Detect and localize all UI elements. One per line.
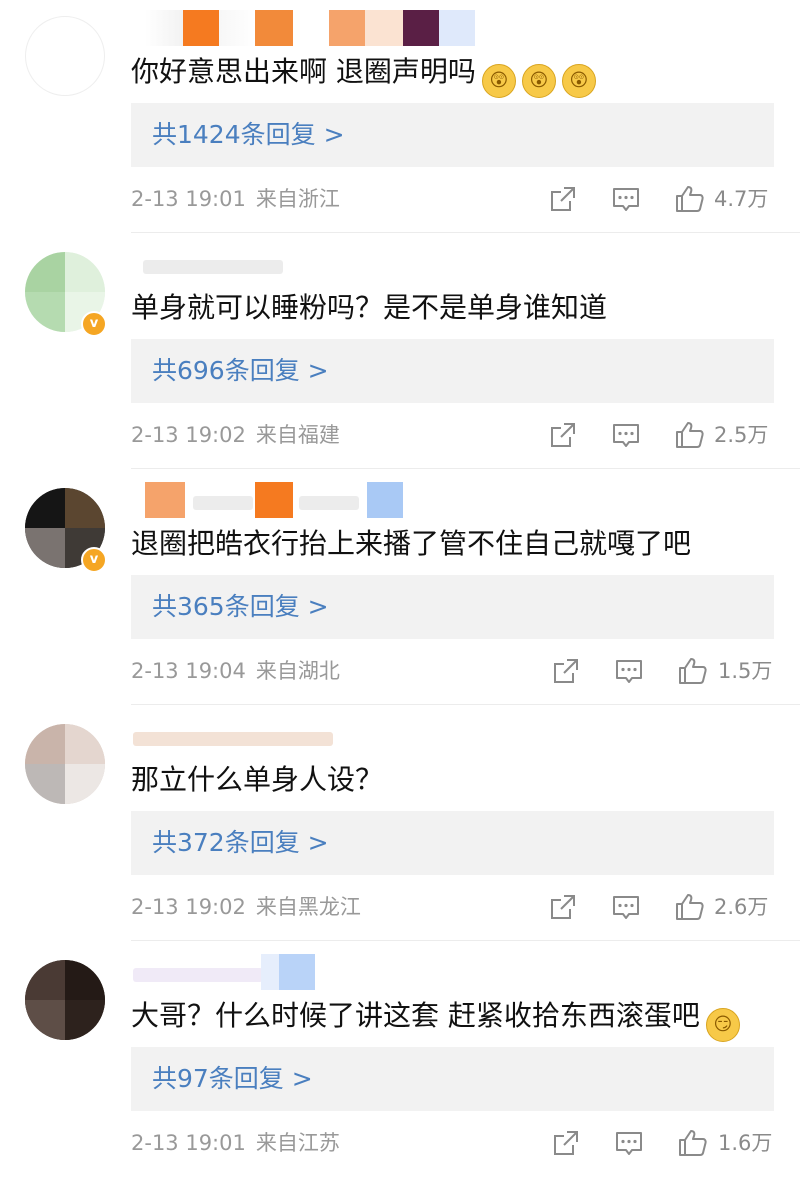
comment-date: 2-13 19:01 <box>131 1131 246 1155</box>
like-count: 2.5万 <box>714 423 769 447</box>
comment-text-content: 那立什么单身人设？ <box>131 763 384 796</box>
share-button[interactable] <box>551 656 581 686</box>
comment-location: 来自黑龙江 <box>255 895 361 919</box>
comment-text: 单身就可以睡粉吗？是不是单身谁知道 <box>131 288 607 328</box>
view-replies-button[interactable]: 共97条回复 > <box>131 1047 774 1111</box>
comment-item: v 退圈把皓衣行抬上来播了管不住自己就嘎了吧 共365条回复 > 2-13 19… <box>0 472 800 708</box>
comment-icon <box>613 896 639 919</box>
comment-text-content: 你好意思出来啊 退圈声明吗 <box>131 55 476 88</box>
share-button[interactable] <box>548 892 578 922</box>
like-count: 1.6万 <box>718 1131 773 1155</box>
username-redacted[interactable] <box>133 10 513 46</box>
like-button[interactable] <box>677 656 709 686</box>
divider <box>131 468 800 469</box>
username-redacted[interactable] <box>133 482 513 518</box>
thumbs-up-icon <box>676 894 704 920</box>
view-replies-button[interactable]: 共365条回复 > <box>131 575 774 639</box>
comment-text-content: 单身就可以睡粉吗？是不是单身谁知道 <box>131 291 608 324</box>
comment-location: 来自江苏 <box>255 1131 340 1155</box>
comment-location: 来自福建 <box>255 423 340 447</box>
divider <box>131 940 800 941</box>
comment-icon <box>613 424 639 447</box>
astonished-emoji-icon: 😲 <box>521 64 556 98</box>
avatar[interactable] <box>25 960 105 1040</box>
astonished-emoji-icon: 😲 <box>561 64 596 98</box>
comment-location: 来自湖北 <box>255 659 340 683</box>
username-redacted[interactable] <box>133 246 513 282</box>
like-count: 1.5万 <box>718 659 773 683</box>
like-count: 4.7万 <box>714 187 769 211</box>
comment-date: 2-13 19:01 <box>131 187 246 211</box>
view-replies-button[interactable]: 共1424条回复 > <box>131 103 774 167</box>
comment-item: 大哥？什么时候了讲这套 赶紧收拾东西滚蛋吧 😏 共97条回复 > 2-13 19:… <box>0 944 800 1180</box>
divider <box>131 232 800 233</box>
comment-text-content: 大哥？什么时候了讲这套 赶紧收拾东西滚蛋吧 <box>131 999 700 1032</box>
comment-text: 你好意思出来啊 退圈声明吗 😲 😲 😲 <box>131 52 596 98</box>
share-icon <box>554 659 578 683</box>
thumbs-up-icon <box>679 658 707 684</box>
comment-button[interactable] <box>611 420 641 450</box>
view-replies-button[interactable]: 共372条回复 > <box>131 811 774 875</box>
share-button[interactable] <box>548 420 578 450</box>
comment-meta: 2-13 19:02 来自福建 <box>131 420 340 450</box>
comment-text-content: 退圈把皓衣行抬上来播了管不住自己就嘎了吧 <box>131 527 692 560</box>
comment-item: 你好意思出来啊 退圈声明吗 😲 😲 😲 共1424条回复 > 2-13 19:01 来自… <box>0 0 800 236</box>
comment-text: 那立什么单身人设？ <box>131 760 383 800</box>
share-button[interactable] <box>548 184 578 214</box>
comment-item: v 单身就可以睡粉吗？是不是单身谁知道 共696条回复 > 2-13 19:02… <box>0 236 800 472</box>
share-icon <box>551 423 575 447</box>
username-redacted[interactable] <box>133 954 513 990</box>
like-button[interactable] <box>674 184 706 214</box>
comment-button[interactable] <box>611 184 641 214</box>
comment-date: 2-13 19:02 <box>131 423 246 447</box>
comment-icon <box>613 188 639 211</box>
thumbs-up-icon <box>676 422 704 448</box>
comment-item: 那立什么单身人设？ 共372条回复 > 2-13 19:02 来自黑龙江 2.6万 <box>0 708 800 944</box>
avatar[interactable] <box>25 16 105 96</box>
comment-meta: 2-13 19:02 来自黑龙江 <box>131 892 361 922</box>
share-icon <box>551 895 575 919</box>
verified-badge-icon: v <box>81 547 107 573</box>
comment-meta: 2-13 19:01 来自江苏 <box>131 1128 340 1158</box>
comment-button[interactable] <box>614 1128 644 1158</box>
like-button[interactable] <box>674 892 706 922</box>
comment-icon <box>616 660 642 683</box>
comment-meta: 2-13 19:01 来自浙江 <box>131 184 340 214</box>
comment-date: 2-13 19:02 <box>131 895 246 919</box>
comment-text: 退圈把皓衣行抬上来播了管不住自己就嘎了吧 <box>131 524 691 564</box>
comment-meta: 2-13 19:04 来自湖北 <box>131 656 340 686</box>
thumbs-up-icon <box>679 1130 707 1156</box>
comment-location: 来自浙江 <box>255 187 340 211</box>
verified-badge-icon: v <box>81 311 107 337</box>
share-icon <box>551 187 575 211</box>
view-replies-button[interactable]: 共696条回复 > <box>131 339 774 403</box>
comment-date: 2-13 19:04 <box>131 659 246 683</box>
comment-icon <box>616 1132 642 1155</box>
divider <box>131 704 800 705</box>
astonished-emoji-icon: 😲 <box>481 64 516 98</box>
like-button[interactable] <box>677 1128 709 1158</box>
like-count: 2.6万 <box>714 895 769 919</box>
comment-button[interactable] <box>614 656 644 686</box>
share-button[interactable] <box>551 1128 581 1158</box>
thumbs-up-icon <box>676 186 704 212</box>
smirk-emoji-icon: 😏 <box>705 1008 740 1042</box>
like-button[interactable] <box>674 420 706 450</box>
comment-text: 大哥？什么时候了讲这套 赶紧收拾东西滚蛋吧 😏 <box>131 996 740 1042</box>
comment-button[interactable] <box>611 892 641 922</box>
username-redacted[interactable] <box>133 718 513 754</box>
share-icon <box>554 1131 578 1155</box>
avatar[interactable] <box>25 724 105 804</box>
